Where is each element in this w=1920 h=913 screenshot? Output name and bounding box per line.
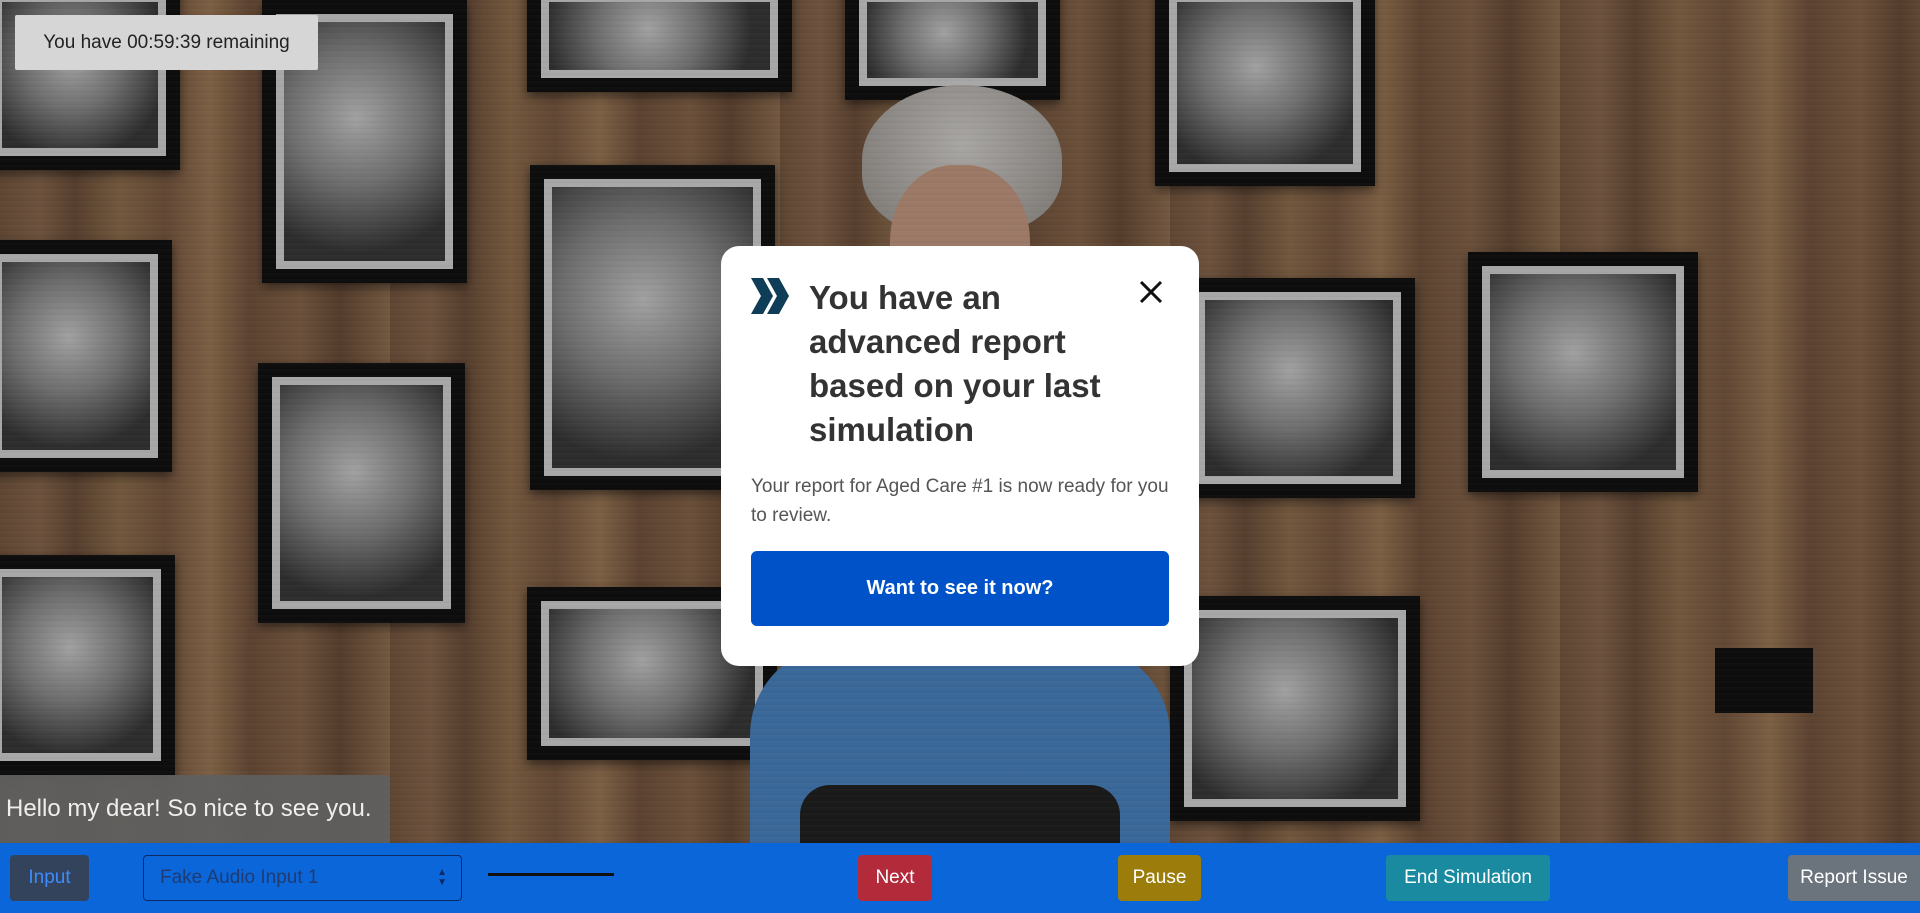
next-button[interactable]: Next bbox=[858, 855, 932, 901]
avatar-speech-caption: Hello my dear! So nice to see you. bbox=[0, 775, 389, 843]
audio-input-select[interactable]: Fake Audio Input 1 ▲ ▼ bbox=[143, 855, 462, 901]
audio-level-meter bbox=[488, 873, 614, 876]
report-ready-dialog: You have an advanced report based on you… bbox=[721, 246, 1199, 666]
end-simulation-button[interactable]: End Simulation bbox=[1386, 855, 1550, 901]
audio-input-value: Fake Audio Input 1 bbox=[160, 867, 319, 888]
simulation-toolbar: Input Fake Audio Input 1 ▲ ▼ Next Pause E… bbox=[0, 843, 1920, 913]
pause-button[interactable]: Pause bbox=[1118, 855, 1201, 901]
close-icon[interactable] bbox=[1135, 276, 1167, 308]
dialog-title: You have an advanced report based on you… bbox=[809, 279, 1101, 448]
dialog-message: Your report for Aged Care #1 is now read… bbox=[751, 476, 1169, 526]
time-remaining-badge: You have 00:59:39 remaining bbox=[15, 15, 318, 70]
select-arrows-icon: ▲ ▼ bbox=[437, 867, 447, 888]
report-issue-button[interactable]: Report Issue bbox=[1788, 855, 1920, 901]
input-button[interactable]: Input bbox=[10, 855, 89, 901]
chevron-logo-icon bbox=[751, 276, 791, 316]
view-report-button[interactable]: Want to see it now? bbox=[751, 551, 1169, 626]
